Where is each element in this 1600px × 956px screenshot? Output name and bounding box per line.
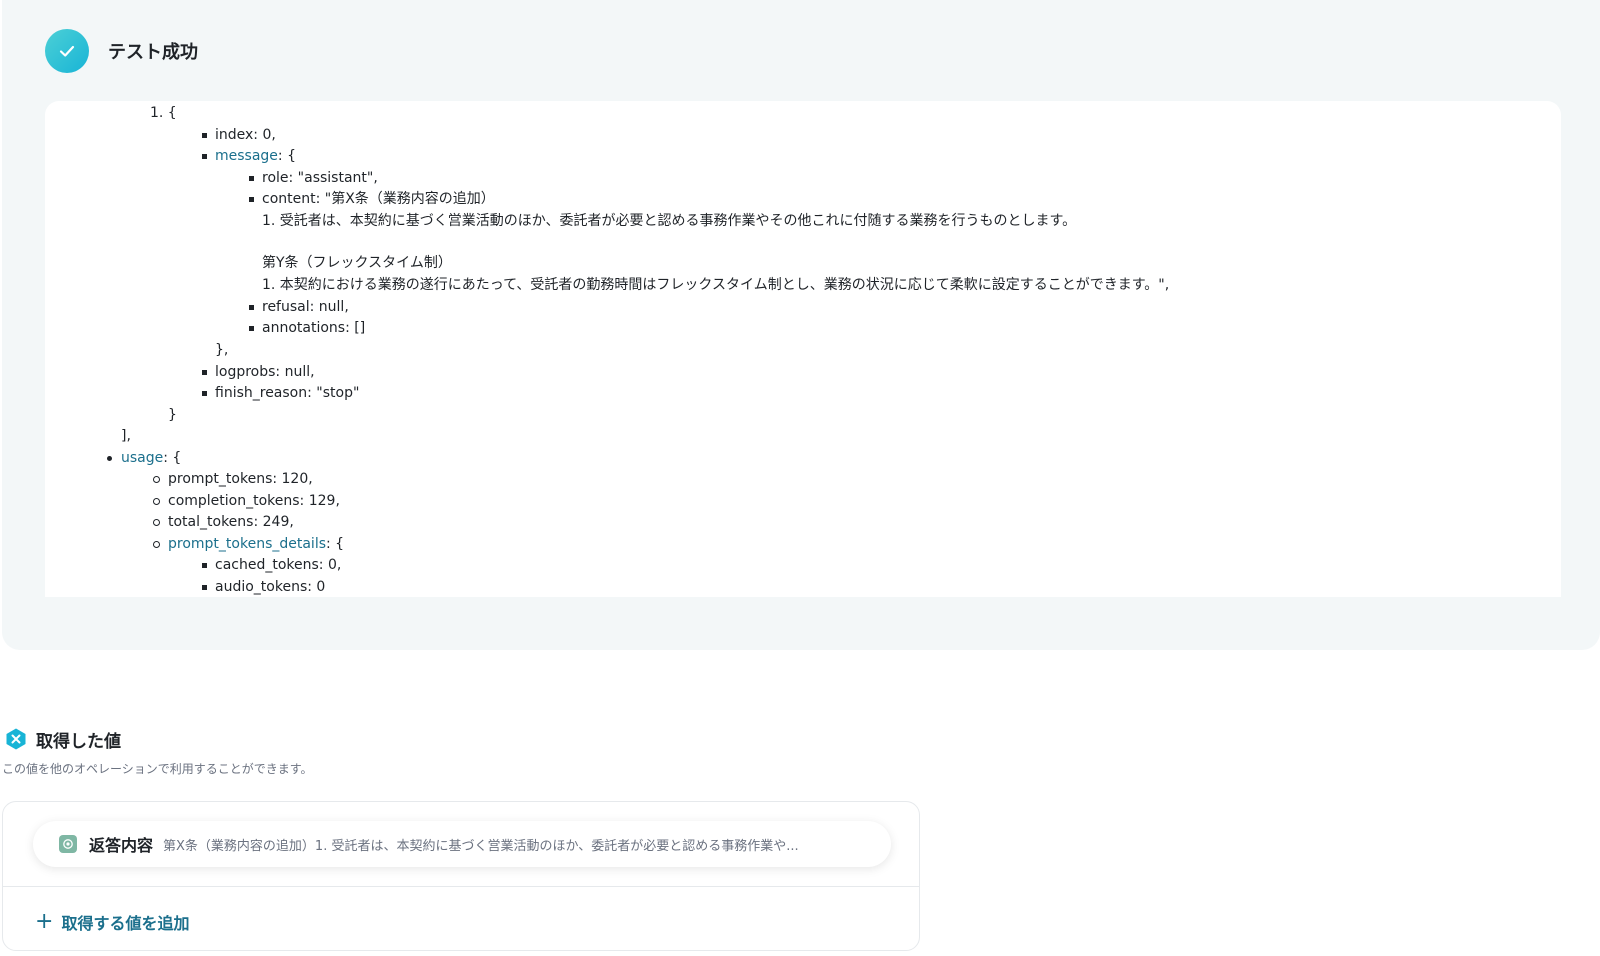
check-circle-icon [45, 29, 89, 73]
test-success-title: テスト成功 [108, 42, 198, 63]
acquired-values-header: 取得した値 [2, 726, 922, 752]
card-divider [3, 886, 919, 887]
variable-badge-icon [6, 728, 26, 750]
json-line: role: "assistant", [249, 170, 378, 186]
json-line: logprobs: null, [202, 364, 315, 380]
json-line: annotations: [] [248, 320, 366, 336]
json-line: refusal: null, [249, 299, 349, 315]
json-line: }, [215, 342, 229, 358]
acquired-values-card: 返答内容 第X条（業務内容の追加）1. 受託者は、本契約に基づく営業活動のほか、… [2, 801, 920, 951]
plus-icon: + [35, 909, 54, 934]
value-item-preview: 第X条（業務内容の追加）1. 受託者は、本契約に基づく営業活動のほか、委託者が必… [163, 838, 799, 854]
openai-icon [59, 835, 77, 853]
json-line: 第Y条（フレックスタイム制） [262, 255, 452, 271]
json-line: 1. 本契約における業務の遂行にあたって、受託者の勤務時間はフレックスタイム制と… [262, 277, 1170, 293]
test-success-header: テスト成功 [45, 29, 198, 73]
acquired-values-title: 取得した値 [36, 731, 121, 752]
add-value-label: 取得する値を追加 [61, 914, 190, 933]
json-line: finish_reason: "stop" [201, 385, 360, 401]
json-line: } [168, 407, 177, 423]
value-item-label: 返答内容 [89, 836, 154, 855]
json-key-message[interactable]: message [215, 148, 278, 164]
json-line: audio_tokens: 0 [201, 579, 326, 595]
json-line: total_tokens: 249, [153, 514, 294, 530]
json-line: usage: { [106, 450, 182, 466]
value-item-response[interactable]: 返答内容 第X条（業務内容の追加）1. 受託者は、本契約に基づく営業活動のほか、… [33, 821, 891, 867]
test-result-panel: テスト成功 1. { index: 0, message: { role: "a… [2, 0, 1600, 650]
json-line: content: "第X条（業務内容の追加） [249, 191, 495, 207]
json-line: completion_tokens: 129, [153, 493, 340, 509]
json-line: prompt_tokens_details: { [152, 536, 345, 552]
json-line: prompt_tokens: 120, [153, 471, 313, 487]
json-line: ], [121, 428, 131, 444]
add-value-button[interactable]: + 取得する値を追加 [35, 910, 189, 934]
json-line: 1. 受託者は、本契約に基づく営業活動のほか、委託者が必要と認める事務作業やその… [262, 213, 1077, 229]
json-key-usage[interactable]: usage [121, 450, 163, 466]
acquired-values-section: 取得した値 この値を他のオペレーションで利用することができます。 [2, 726, 922, 777]
json-key-prompt-tokens-details[interactable]: prompt_tokens_details [168, 536, 326, 552]
json-output-viewer[interactable]: 1. { index: 0, message: { role: "assista… [45, 101, 1561, 597]
json-line: cached_tokens: 0, [201, 557, 342, 573]
json-line: message: { [202, 148, 296, 164]
json-line: 1. { [150, 105, 177, 121]
json-line: index: 0, [202, 127, 276, 143]
acquired-values-description: この値を他のオペレーションで利用することができます。 [2, 762, 313, 776]
